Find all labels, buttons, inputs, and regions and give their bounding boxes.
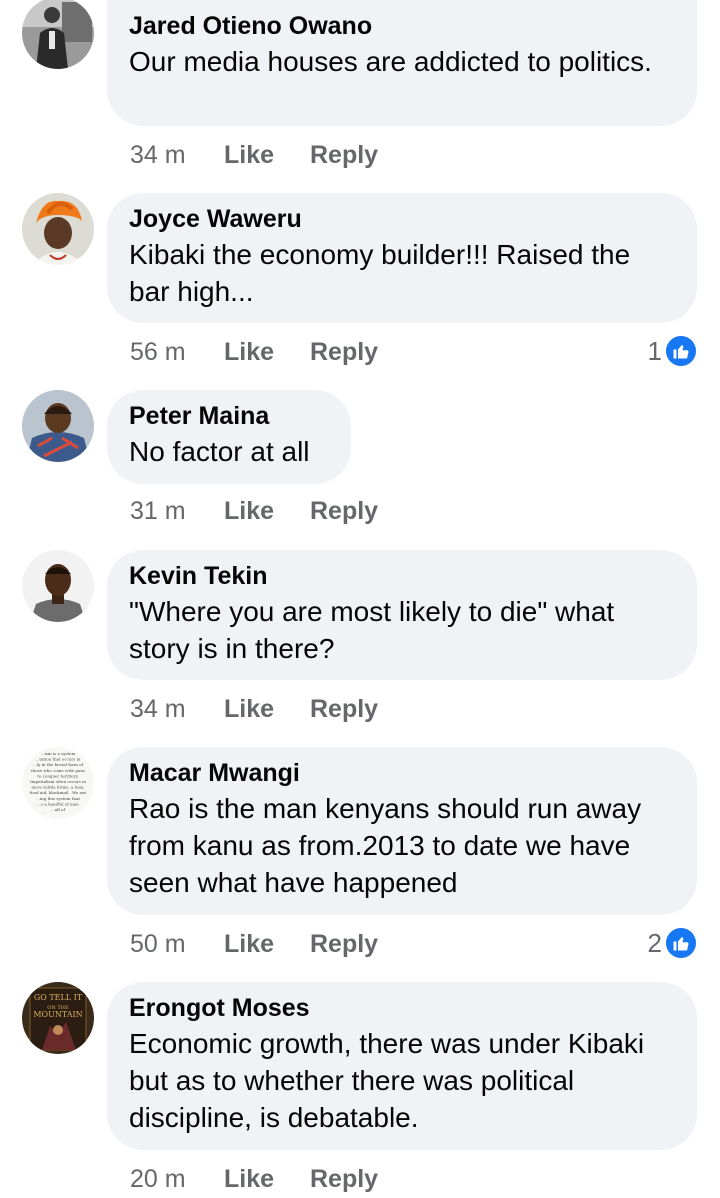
- avatar-text-line: ...all of: [51, 807, 65, 812]
- comment-text: Our media houses are addicted to politic…: [129, 46, 652, 77]
- comment-author[interactable]: Kevin Tekin: [129, 561, 675, 591]
- comment-author[interactable]: Erongot Moses: [129, 993, 675, 1023]
- comment-timestamp[interactable]: 20 m: [130, 1164, 224, 1194]
- reply-button[interactable]: Reply: [310, 496, 378, 526]
- text-image-avatar-icon: ...ism is a system...tation that occurs …: [22, 747, 94, 819]
- like-button[interactable]: Like: [224, 140, 310, 170]
- like-button[interactable]: Like: [224, 1164, 310, 1194]
- avatar[interactable]: ...ism is a system ...tation that occurs …: [22, 747, 94, 819]
- man-standing-photo-avatar-icon: [22, 0, 94, 69]
- thumbs-up-icon: [664, 334, 698, 368]
- comment-author[interactable]: Joyce Waweru: [129, 204, 675, 234]
- comment-author[interactable]: Peter Maina: [129, 401, 329, 431]
- reply-button[interactable]: Reply: [310, 929, 378, 959]
- book-title-line: MOUNTAIN: [33, 1010, 82, 1019]
- comment-actions: 34 m Like Reply: [130, 140, 378, 170]
- comment-actions: 20 m Like Reply: [130, 1164, 378, 1194]
- reply-button[interactable]: Reply: [310, 140, 378, 170]
- comment-actions: 56 m Like Reply: [130, 337, 378, 367]
- avatar[interactable]: [22, 390, 94, 462]
- avatar[interactable]: GO TELL IT ON THE MOUNTAIN: [22, 982, 94, 1054]
- comment-timestamp[interactable]: 56 m: [130, 337, 224, 367]
- comment-text: "Where you are most likely to die" what …: [129, 596, 615, 664]
- avatar[interactable]: [22, 193, 94, 265]
- avatar-text-line: ...ism is a system: [41, 751, 76, 756]
- thumbs-up-icon: [664, 926, 698, 960]
- comment-text: No factor at all: [129, 436, 310, 467]
- book-title-line: GO TELL IT: [34, 993, 83, 1002]
- like-button[interactable]: Like: [224, 929, 310, 959]
- comment-actions: 34 m Like Reply: [130, 694, 378, 724]
- avatar-text-line: ...ly in the brutal form of: [33, 762, 83, 767]
- comment-bubble: Peter Maina No factor at all: [107, 390, 351, 484]
- avatar-text-line: more subtle forms, a loan,: [31, 785, 84, 790]
- avatar-text-line: food aid, blackmail . We are: [30, 790, 87, 795]
- comment-timestamp[interactable]: 31 m: [130, 496, 224, 526]
- avatar[interactable]: [22, 550, 94, 622]
- woman-orange-headwrap-avatar-icon: [22, 193, 94, 265]
- comment-actions: 31 m Like Reply: [130, 496, 378, 526]
- avatar[interactable]: [22, 0, 94, 69]
- book-cover-avatar-icon: GO TELL IT ON THE MOUNTAIN: [22, 982, 94, 1054]
- reaction-count: 2: [647, 927, 662, 958]
- comment-text: Rao is the man kenyans should run away f…: [129, 793, 642, 898]
- comment-bubble: Macar Mwangi Rao is the man kenyans shou…: [107, 747, 697, 915]
- like-button[interactable]: Like: [224, 337, 310, 367]
- like-button[interactable]: Like: [224, 496, 310, 526]
- comment-timestamp[interactable]: 34 m: [130, 140, 224, 170]
- comment-timestamp[interactable]: 50 m: [130, 929, 224, 959]
- comment-bubble: Kevin Tekin "Where you are most likely t…: [107, 550, 697, 680]
- comment-actions: 50 m Like Reply: [130, 929, 378, 959]
- reply-button[interactable]: Reply: [310, 337, 378, 367]
- reaction-count: 1: [647, 335, 662, 366]
- like-button[interactable]: Like: [224, 694, 310, 724]
- man-portrait-avatar-icon: [22, 550, 94, 622]
- comment-bubble: Erongot Moses Economic growth, there was…: [107, 982, 697, 1150]
- reply-button[interactable]: Reply: [310, 1164, 378, 1194]
- reaction-summary[interactable]: 2: [648, 926, 698, 960]
- comment-timestamp[interactable]: 34 m: [130, 694, 224, 724]
- reply-button[interactable]: Reply: [310, 694, 378, 724]
- avatar-text-line: those who come with guns: [31, 768, 85, 773]
- man-portrait-avatar-icon: [22, 390, 94, 462]
- avatar-text-line: to conquer territory.: [37, 773, 78, 778]
- reaction-summary[interactable]: 1: [648, 334, 698, 368]
- avatar-text-line: Imperialism often occurs in: [30, 779, 86, 784]
- avatar-text-line: ...tation that occurs in: [36, 757, 81, 762]
- comment-text: Kibaki the economy builder!!! Raised the…: [129, 239, 631, 307]
- avatar-text-line: ...ing this system that: [36, 796, 80, 801]
- comment-text: Economic growth, there was under Kibaki …: [129, 1028, 645, 1133]
- comment-author[interactable]: Macar Mwangi: [129, 758, 675, 788]
- comment-bubble: Joyce Waweru Kibaki the economy builder!…: [107, 193, 697, 323]
- avatar-text-line: ...s a handful of men: [37, 801, 79, 806]
- comment-author[interactable]: Jared Otieno Owano: [129, 11, 675, 41]
- comment-bubble: Jared Otieno Owano Our media houses are …: [107, 0, 697, 126]
